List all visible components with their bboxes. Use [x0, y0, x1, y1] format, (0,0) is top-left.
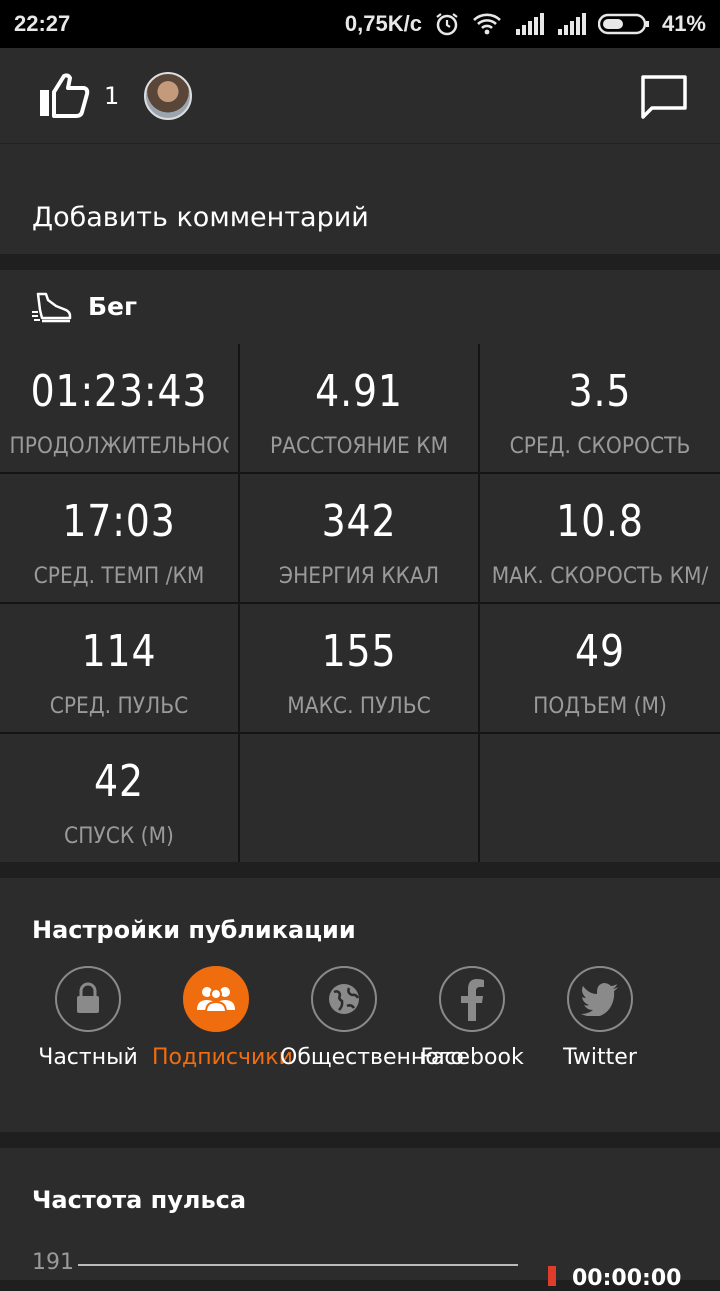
stat-label: МАК. СКОРОСТЬ КМ/Ч — [491, 564, 709, 596]
social-bar: 1 — [0, 48, 720, 144]
stat-value: 10.8 — [556, 496, 644, 547]
heart-rate-title: Частота пульса — [32, 1186, 247, 1214]
stat-energy: 342 ЭНЕРГИЯ ККАЛ — [240, 474, 478, 602]
stat-value: 155 — [321, 626, 397, 677]
stat-max-speed: 10.8 МАК. СКОРОСТЬ КМ/Ч — [480, 474, 720, 602]
privacy-option-private[interactable]: Частный — [24, 966, 152, 1072]
stat-max-hr: 155 МАКС. ПУЛЬС — [240, 604, 478, 732]
stat-value: 4.91 — [315, 366, 403, 417]
publication-settings: Настройки публикации Частный Подписчики … — [0, 878, 720, 1132]
battery-icon — [597, 13, 650, 35]
share-option-twitter[interactable]: Twitter — [536, 966, 664, 1072]
activity-header: Бег — [0, 270, 720, 344]
stat-duration: 01:23:43 ПРОДОЛЖИТЕЛЬНОСТЬ — [0, 344, 238, 472]
facebook-icon[interactable] — [439, 966, 505, 1032]
status-time: 22:27 — [14, 11, 71, 36]
network-speed: 0,75K/c — [344, 11, 422, 36]
stats-grid: 01:23:43 ПРОДОЛЖИТЕЛЬНОСТЬ 4.91 РАССТОЯН… — [0, 344, 720, 862]
stat-value: 342 — [321, 496, 397, 547]
stat-label: СРЕД. ПУЛЬС — [49, 694, 189, 719]
privacy-option-followers[interactable]: Подписчики — [152, 966, 293, 1072]
status-right: 0,75K/c 41% — [345, 11, 706, 37]
stat-avg-pace: 17:03 СРЕД. ТЕМП /КМ — [0, 474, 238, 602]
globe-icon[interactable] — [311, 966, 377, 1032]
stat-avg-speed: 3.5 СРЕД. СКОРОСТЬ КМ/Ч — [480, 344, 720, 472]
share-option-facebook[interactable]: Facebook — [408, 966, 536, 1072]
thumbs-up-icon[interactable] — [38, 72, 90, 118]
stat-value: 3.5 — [568, 366, 632, 417]
stat-value: 01:23:43 — [30, 366, 208, 417]
privacy-option-label: Частный — [38, 1045, 138, 1070]
share-option-label: Twitter — [563, 1045, 637, 1070]
stat-value: 17:03 — [62, 496, 176, 547]
privacy-option-public[interactable]: Общественного — [280, 966, 464, 1072]
privacy-option-label: Общественного — [280, 1045, 464, 1070]
running-shoe-icon — [32, 290, 72, 324]
stat-avg-hr: 114 СРЕД. ПУЛЬС — [0, 604, 238, 732]
stat-value: 42 — [94, 756, 144, 807]
like-count[interactable]: 1 — [104, 82, 119, 110]
wifi-icon — [472, 12, 502, 36]
followers-icon[interactable] — [183, 966, 249, 1032]
status-bar: 22:27 0,75K/c 41% — [0, 0, 720, 48]
stat-value: 114 — [81, 626, 157, 677]
stat-empty — [240, 734, 478, 862]
stat-value: 49 — [575, 626, 625, 677]
signal-icon — [514, 13, 544, 35]
stat-label: МАКС. ПУЛЬС — [287, 694, 431, 719]
stat-label: ЭНЕРГИЯ ККАЛ — [278, 564, 440, 589]
heart-rate-time: 00:00:00 — [572, 1266, 682, 1291]
stat-label: ПОДЪЕМ (М) — [533, 694, 667, 719]
stat-label: СПУСК (М) — [64, 824, 174, 849]
privacy-option-label: Подписчики — [152, 1045, 293, 1070]
add-comment-field[interactable]: Добавить комментарий — [0, 144, 720, 254]
stat-descent: 42 СПУСК (М) — [0, 734, 238, 862]
stat-distance: 4.91 РАССТОЯНИЕ КМ — [240, 344, 478, 472]
lock-icon[interactable] — [55, 966, 121, 1032]
heart-rate-marker — [548, 1266, 556, 1286]
stat-label: СРЕД. ТЕМП /КМ — [33, 564, 205, 589]
signal-icon — [556, 13, 586, 35]
avatar[interactable] — [144, 72, 192, 120]
activity-type-label: Бег — [88, 292, 138, 321]
comment-icon[interactable] — [640, 74, 688, 120]
share-option-label: Facebook — [420, 1045, 524, 1070]
add-comment-label: Добавить комментарий — [32, 202, 369, 233]
battery-percent: 41% — [661, 11, 706, 36]
stat-label: СРЕД. СКОРОСТЬ КМ/Ч — [509, 434, 691, 466]
heart-rate-axis-max: 191 — [32, 1250, 74, 1275]
stat-ascent: 49 ПОДЪЕМ (М) — [480, 604, 720, 732]
alarm-icon — [434, 11, 460, 37]
stat-empty — [480, 734, 720, 862]
heart-rate-section: Частота пульса 191 00:00:00 — [0, 1148, 720, 1291]
publication-title: Настройки публикации — [32, 916, 356, 944]
twitter-icon[interactable] — [567, 966, 633, 1032]
heart-rate-gridline — [78, 1264, 518, 1266]
stat-label: ПРОДОЛЖИТЕЛЬНОСТЬ — [9, 434, 229, 459]
stat-label: РАССТОЯНИЕ КМ — [269, 434, 449, 459]
